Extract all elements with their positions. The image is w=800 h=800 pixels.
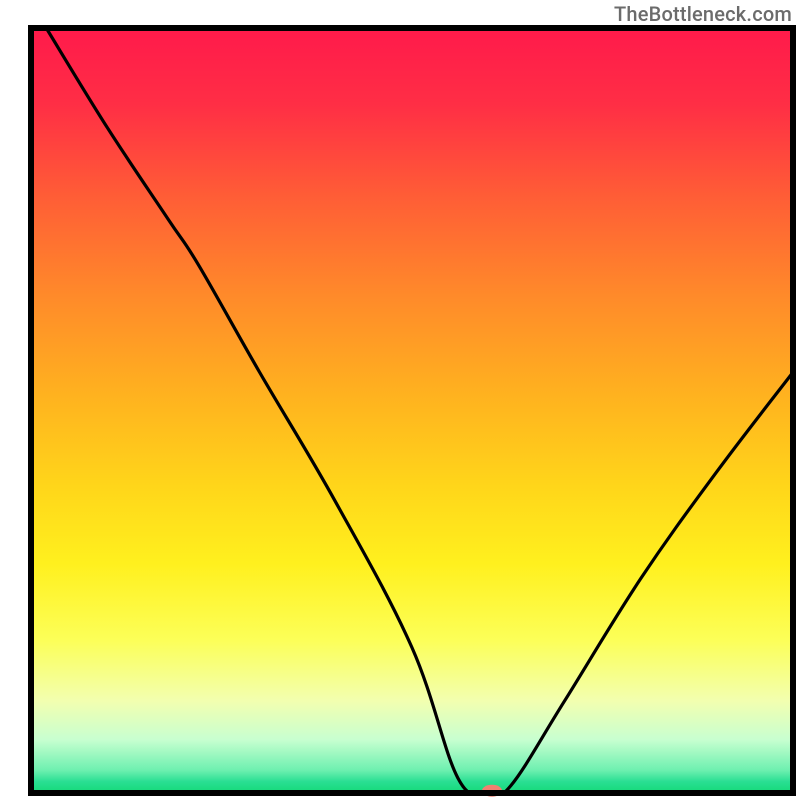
bottleneck-chart: [0, 0, 800, 800]
chart-frame: { "watermark": "TheBottleneck.com", "cha…: [0, 0, 800, 800]
watermark-text: TheBottleneck.com: [614, 2, 792, 26]
gradient-background: [31, 28, 793, 793]
